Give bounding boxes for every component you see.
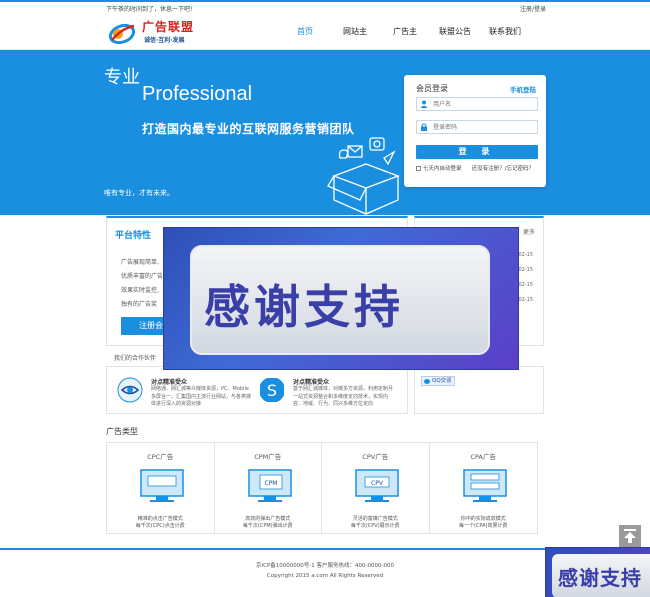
thank-you-text: 感谢支持	[204, 280, 404, 334]
partners-label: 我们的合作伙伴	[114, 355, 157, 362]
partner-title: 对点精准受众	[293, 379, 330, 386]
floating-badge-text: 感谢支持	[558, 566, 642, 590]
partner-item: S 对点精准受众 基于网汇城媒体，对媒多方资源，利用定制月一站式资源整合和多维度…	[253, 375, 393, 413]
ad-type-billing: 每一个(CPA)效果计费	[458, 523, 508, 529]
ad-type-billing: 每千次(CPV)展示计费	[350, 523, 400, 529]
partners-panel: 对点精准受众 网络通、网汇城等众媒体资源，PC、Mobile多屏合一，汇集国内主…	[106, 366, 408, 414]
svg-text:S: S	[267, 381, 277, 400]
ad-type-title: CPV广告	[362, 453, 389, 461]
floating-thank-you-badge[interactable]: 感谢支持	[545, 547, 650, 597]
ad-type-title: CPC广告	[147, 453, 174, 461]
back-to-top-button[interactable]	[619, 525, 641, 547]
qq-chat-button[interactable]: QQ交谈	[421, 376, 455, 386]
ad-types-grid: CPC广告 精准的点击广告模式 每千次(CPC)点击计费 CPM广告 CPM 高…	[106, 442, 538, 534]
logo-swoosh-icon	[108, 23, 136, 45]
remember-label: 七天内自动登录	[423, 166, 462, 172]
login-button[interactable]: 登 录	[416, 145, 538, 159]
monitor-icon	[140, 469, 184, 502]
features-line: 广告展现简单,	[121, 259, 159, 266]
arrow-up-icon	[624, 529, 636, 543]
floating-badge-card: 感谢支持	[552, 554, 650, 597]
ad-type-screen-label: CPM	[264, 480, 277, 487]
ad-types-label: 广告类型	[106, 427, 138, 436]
features-line: 效果实时监控,	[121, 287, 159, 294]
features-text: 广告展现简单, 优质丰富的广告 效果实时监控, 独有的广告奖	[121, 256, 163, 312]
eye-target-icon	[117, 377, 143, 403]
features-line: 独有的广告奖	[121, 301, 158, 308]
ad-type-title: CPA广告	[470, 453, 497, 461]
login-title: 会员登录	[416, 84, 448, 93]
username-field[interactable]	[416, 97, 538, 111]
features-title: 平台特性	[115, 231, 152, 241]
password-input[interactable]	[433, 122, 533, 133]
hero-banner: 专业 Professional 打造国内最专业的互联网服务营销团队 唯有专业，才…	[0, 50, 650, 215]
monitor-video-icon: CPV	[355, 469, 399, 502]
thank-you-popup[interactable]: 感谢支持	[163, 227, 519, 370]
banner-title-zh: 专业	[104, 67, 140, 88]
user-icon	[420, 100, 428, 108]
nav-item-home[interactable]: 首页	[280, 14, 330, 50]
ad-type-screen-label: CPV	[371, 480, 384, 487]
partner-item: 对点精准受众 网络通、网汇城等众媒体资源，PC、Mobile多屏合一，汇集国内主…	[111, 375, 251, 413]
announcement-dates: 02-15 02-15 02-15 02-15	[518, 248, 533, 308]
ad-type-desc: 高效的弹出广告模式	[245, 516, 291, 522]
qq-chat-panel: QQ交谈	[414, 366, 544, 414]
monitor-action-icon	[462, 469, 507, 502]
greeting-text: 下午茶的时间到了，休息一下吧!	[106, 6, 193, 13]
remember-checkbox[interactable]	[416, 165, 421, 171]
ad-type-cpa[interactable]: CPA广告 你中的实际成效模式 每一个(CPA)效果计费	[430, 443, 538, 533]
register-forgot-links[interactable]: 还没有注册？/忘记密码？	[472, 164, 534, 172]
logo-slogan: 诚信·互利·发展	[144, 37, 185, 44]
nav-item-announcements[interactable]: 联盟公告	[430, 14, 480, 50]
password-field[interactable]	[416, 120, 538, 134]
announcement-date: 02-15	[518, 297, 533, 303]
ad-type-billing: 每千次(CPM)弹出计费	[242, 523, 293, 529]
open-box-illustration-icon	[327, 137, 400, 215]
ad-type-desc: 灵活的富媒广告模式	[352, 516, 398, 522]
partner-title: 对点精准受众	[151, 379, 188, 386]
more-link[interactable]: 更多	[523, 227, 535, 236]
main-nav: 首页 网站主 广告主 联盟公告 联系我们	[280, 14, 530, 50]
login-panel: 会员登录 手机登陆 登 录 七天内自动登录 还没有注册？/忘记密码？	[404, 75, 546, 187]
site-header: 广告联盟 诚信·互利·发展 首页 网站主 广告主 联盟公告 联系我们	[0, 14, 650, 50]
ad-type-desc: 你中的实际成效模式	[460, 516, 506, 522]
ad-type-cpm[interactable]: CPM广告 CPM 高效的弹出广告模式 每千次(CPM)弹出计费	[215, 443, 322, 533]
ad-type-billing: 每千次(CPC)点击计费	[135, 523, 185, 529]
site-logo[interactable]: 广告联盟 诚信·互利·发展	[108, 18, 198, 48]
partner-desc: 基于网汇城媒体，对媒多方资源，利用定制月一站式资源整合和多维度定向技术，实现内容…	[293, 386, 394, 407]
qq-chat-label: QQ交谈	[432, 378, 452, 384]
qq-icon	[424, 379, 430, 384]
banner-tagline: 唯有专业，才有未来。	[104, 189, 174, 197]
s-badge-icon: S	[260, 378, 284, 402]
ad-type-title: CPM广告	[254, 453, 282, 461]
ad-type-cpv[interactable]: CPV广告 CPV 灵活的富媒广告模式 每千次(CPV)展示计费	[322, 443, 430, 533]
banner-headline: 打造国内最专业的互联网服务营销团队	[142, 122, 355, 136]
announcement-date: 02-15	[518, 282, 533, 288]
remember-me[interactable]: 七天内自动登录	[416, 164, 462, 172]
lock-icon	[421, 123, 427, 131]
username-input[interactable]	[433, 99, 533, 110]
mobile-login-link[interactable]: 手机登陆	[510, 84, 536, 94]
monitor-popup-icon: CPM	[247, 469, 292, 502]
thank-you-popup-card: 感谢支持	[190, 245, 490, 355]
ad-type-desc: 精准的点击广告模式	[137, 516, 183, 522]
login-register-link[interactable]: 注册/登录	[520, 4, 546, 13]
banner-title-en: Professional	[142, 83, 253, 105]
partner-desc: 网络通、网汇城等众媒体资源，PC、Mobile多屏合一，汇集国内主流行业网站，与…	[151, 386, 252, 407]
nav-item-contact[interactable]: 联系我们	[480, 14, 530, 50]
top-bar: 下午茶的时间到了，休息一下吧! 注册/登录	[0, 0, 650, 14]
announcement-date: 02-15	[518, 267, 533, 273]
announcement-date: 02-15	[518, 252, 533, 258]
features-line: 优质丰富的广告	[121, 273, 164, 280]
ad-type-cpc[interactable]: CPC广告 精准的点击广告模式 每千次(CPC)点击计费	[107, 443, 215, 533]
nav-item-publisher[interactable]: 网站主	[330, 14, 380, 50]
nav-item-advertiser[interactable]: 广告主	[380, 14, 430, 50]
logo-name: 广告联盟	[142, 20, 195, 34]
